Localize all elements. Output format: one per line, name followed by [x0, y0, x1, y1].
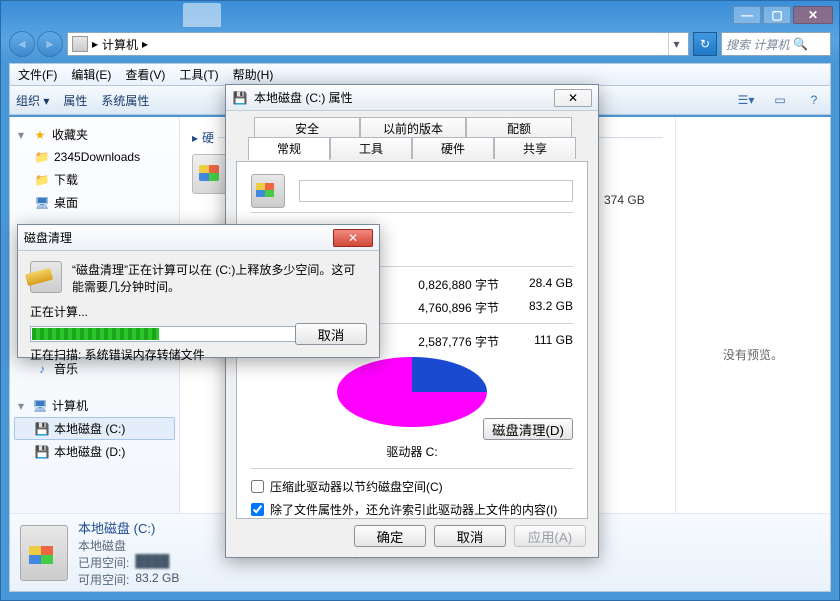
tab-quota[interactable]: 配额	[466, 117, 572, 139]
tab-general[interactable]: 常规	[248, 137, 330, 160]
folder-icon: 📁	[34, 149, 50, 165]
tab-strip: 安全 以前的版本 配额 常规 工具 硬件 共享	[236, 117, 588, 161]
dialog-titlebar[interactable]: 磁盘清理 ✕	[18, 225, 379, 251]
index-checkbox[interactable]	[251, 503, 264, 516]
computer-icon: 🖥	[32, 398, 48, 414]
tab-tools[interactable]: 工具	[330, 137, 412, 159]
broom-drive-icon	[30, 261, 62, 293]
dialog-title: 本地磁盘 (C:) 属性	[254, 89, 548, 106]
sidebar-item-2345[interactable]: 📁2345Downloads	[14, 146, 175, 168]
cap-gb: 111 GB	[509, 333, 573, 350]
compress-checkbox-row[interactable]: 压缩此驱动器以节约磁盘空间(C)	[251, 475, 573, 498]
tab-stub	[183, 3, 221, 27]
collapse-icon: ▾	[18, 399, 28, 413]
sidebar-item-drive-c[interactable]: 💾本地磁盘 (C:)	[14, 417, 175, 440]
index-checkbox-row[interactable]: 除了文件属性外，还允许索引此驱动器上文件的内容(I)	[251, 498, 573, 521]
view-mode-button[interactable]: ☰▾	[736, 90, 756, 110]
search-placeholder: 搜索 计算机	[726, 36, 789, 53]
folder-icon: 📁	[34, 172, 50, 188]
toolbar-sysprops[interactable]: 系统属性	[101, 92, 149, 109]
toolbar-properties[interactable]: 属性	[63, 92, 87, 109]
details-title: 本地磁盘 (C:)	[78, 518, 179, 537]
sidebar-item-downloads[interactable]: 📁下载	[14, 168, 175, 191]
back-button[interactable]: ◄	[9, 31, 35, 57]
maximize-button[interactable]: ▢	[763, 6, 791, 24]
disk-cleanup-button[interactable]: 磁盘清理(D)	[483, 418, 573, 440]
desktop-icon: 🖥	[34, 195, 50, 211]
close-button[interactable]: ✕	[793, 6, 833, 24]
computer-label: 计算机	[52, 397, 88, 414]
navbar: ◄ ► ▸ 计算机 ▸ ▾ ↻ 搜索 计算机 🔍	[9, 29, 831, 59]
tab-sharing[interactable]: 共享	[494, 137, 576, 159]
help-icon[interactable]: ?	[804, 90, 824, 110]
compress-label: 压缩此驱动器以节约磁盘空间(C)	[270, 478, 443, 495]
drive-icon	[251, 174, 285, 208]
menu-edit[interactable]: 编辑(E)	[71, 66, 111, 83]
menu-view[interactable]: 查看(V)	[125, 66, 165, 83]
free-value: 83.2 GB	[135, 571, 179, 588]
drive-icon: 💾	[34, 421, 50, 437]
breadcrumb-item[interactable]: 计算机	[102, 36, 138, 53]
address-bar[interactable]: ▸ 计算机 ▸ ▾	[67, 32, 689, 56]
menu-tools[interactable]: 工具(T)	[179, 66, 218, 83]
tab-security[interactable]: 安全	[254, 117, 360, 139]
free-label: 可用空间:	[78, 571, 129, 588]
dialog-title: 磁盘清理	[24, 229, 327, 246]
used-value: ████	[135, 554, 169, 571]
preview-pane-button[interactable]: ▭	[770, 90, 790, 110]
computer-icon	[72, 36, 88, 52]
drive-icon: 💾	[34, 444, 50, 460]
forward-button[interactable]: ►	[37, 31, 63, 57]
used-label: 已用空间:	[78, 554, 129, 571]
favorites-head[interactable]: ▾ ★ 收藏夹	[14, 123, 175, 146]
dialog-close-button[interactable]: ✕	[333, 229, 373, 247]
sidebar-item-desktop[interactable]: 🖥桌面	[14, 191, 175, 214]
titlebar: — ▢ ✕	[1, 1, 839, 29]
index-label: 除了文件属性外，还允许索引此驱动器上文件的内容(I)	[270, 501, 557, 518]
cleanup-message: “磁盘清理”正在计算可以在 (C:)上释放多少空间。这可能需要几分钟时间。	[72, 261, 367, 295]
drive-icon	[20, 525, 68, 581]
free-gb: 83.2 GB	[509, 299, 573, 316]
refresh-button[interactable]: ↻	[693, 32, 717, 56]
used-gb: 28.4 GB	[509, 276, 573, 293]
search-icon: 🔍	[793, 37, 808, 51]
cancel-button[interactable]: 取消	[295, 323, 367, 345]
drive-label: 驱动器 C:	[251, 443, 573, 460]
menu-help[interactable]: 帮助(H)	[233, 66, 274, 83]
no-preview-text: 没有预览。	[723, 346, 783, 363]
sidebar-item-drive-d[interactable]: 💾本地磁盘 (D:)	[14, 440, 175, 463]
address-dropdown[interactable]: ▾	[668, 33, 684, 55]
computer-head[interactable]: ▾ 🖥 计算机	[14, 394, 175, 417]
menubar: 文件(F) 编辑(E) 查看(V) 工具(T) 帮助(H)	[9, 63, 831, 85]
expand-icon: ▸	[192, 131, 198, 145]
details-subtitle: 本地磁盘	[78, 537, 126, 554]
usage-pie-chart	[337, 357, 487, 441]
menu-file[interactable]: 文件(F)	[18, 66, 57, 83]
calculating-label: 正在计算...	[30, 303, 367, 320]
free-size-text: 374 GB	[600, 193, 645, 207]
favorites-label: 收藏夹	[52, 126, 88, 143]
apply-button[interactable]: 应用(A)	[514, 525, 586, 547]
star-icon: ★	[32, 127, 48, 143]
breadcrumb-separator: ▸	[142, 37, 148, 51]
scanning-label: 正在扫描: 系统错误内存转储文件	[30, 346, 367, 363]
ok-button[interactable]: 确定	[354, 525, 426, 547]
collapse-icon: ▾	[18, 128, 28, 142]
disk-cleanup-progress-dialog: 磁盘清理 ✕ “磁盘清理”正在计算可以在 (C:)上释放多少空间。这可能需要几分…	[17, 224, 380, 358]
organize-button[interactable]: 组织 ▾	[16, 92, 49, 109]
compress-checkbox[interactable]	[251, 480, 264, 493]
minimize-button[interactable]: —	[733, 6, 761, 24]
volume-label-input[interactable]	[299, 180, 573, 202]
dialog-close-button[interactable]: ✕	[554, 89, 592, 107]
drive-icon: 💾	[232, 90, 248, 106]
tab-previous-versions[interactable]: 以前的版本	[360, 117, 466, 139]
breadcrumb-separator: ▸	[92, 37, 98, 51]
tab-hardware[interactable]: 硬件	[412, 137, 494, 159]
cancel-button[interactable]: 取消	[434, 525, 506, 547]
search-input[interactable]: 搜索 计算机 🔍	[721, 32, 831, 56]
dialog-titlebar[interactable]: 💾 本地磁盘 (C:) 属性 ✕	[226, 85, 598, 111]
